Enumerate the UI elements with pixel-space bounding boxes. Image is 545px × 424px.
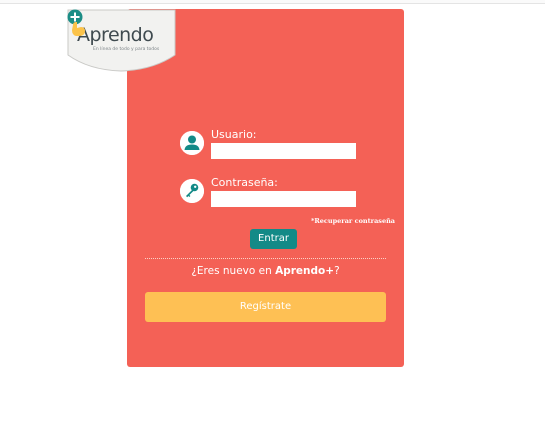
password-label: Contraseña: <box>211 176 278 189</box>
logo-wordmark: Aprendo <box>77 24 154 46</box>
username-label: Usuario: <box>211 128 257 141</box>
key-icon <box>180 179 204 203</box>
top-border <box>0 0 545 4</box>
signup-prompt-suffix: ? <box>334 265 340 277</box>
password-input[interactable] <box>211 191 356 207</box>
register-button[interactable]: Regístrate <box>145 292 386 322</box>
section-divider <box>145 258 386 259</box>
signup-prompt: ¿Eres nuevo en Aprendo+? <box>145 265 386 277</box>
plus-hand-icon <box>67 9 85 36</box>
username-input[interactable] <box>211 143 356 159</box>
brand-logo[interactable]: Aprendo En línea de todo y para todos <box>67 9 176 72</box>
logo-tagline: En línea de todo y para todos <box>93 47 160 52</box>
user-icon <box>180 131 204 155</box>
login-button[interactable]: Entrar <box>250 229 297 249</box>
signup-prompt-brand: Aprendo+ <box>275 265 335 277</box>
signup-prompt-prefix: ¿Eres nuevo en <box>191 265 276 277</box>
forgot-password-link[interactable]: *Recuperar contraseña <box>311 217 395 225</box>
